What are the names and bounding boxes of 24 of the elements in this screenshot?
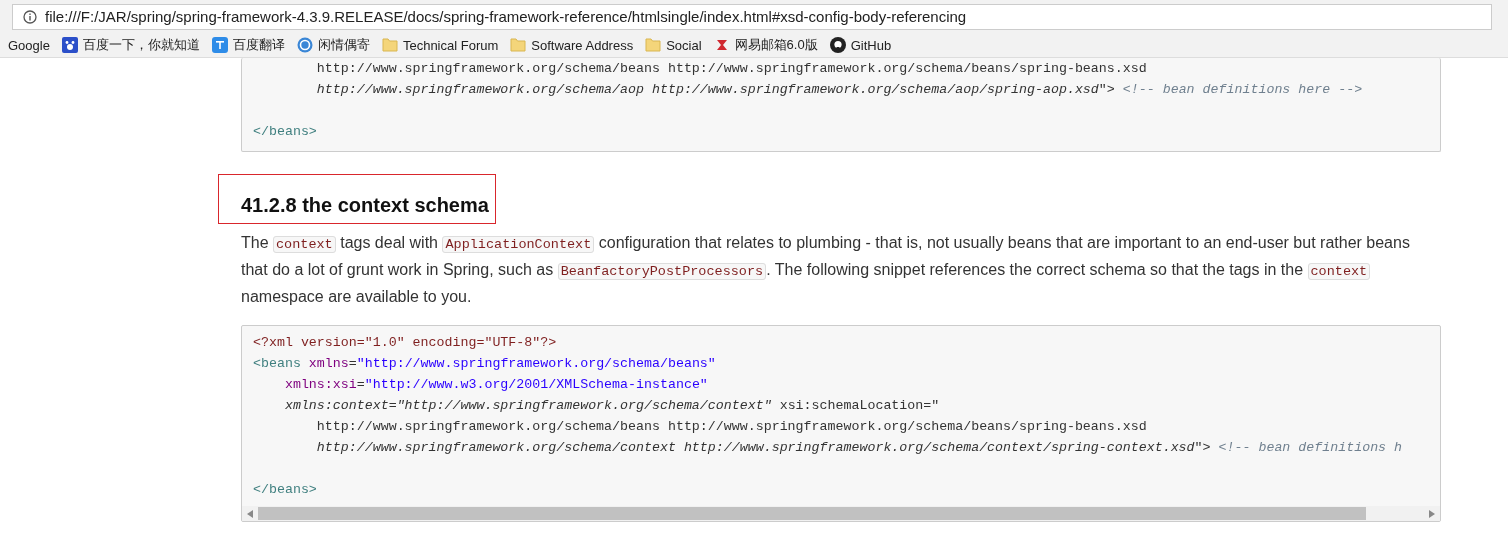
paw-icon xyxy=(61,37,78,53)
scroll-right-icon[interactable] xyxy=(1429,509,1435,518)
code-block: <?xml version="1.0" encoding="UTF-8"?> <beans xmlns="http://www.springframework.org/schema/beans" xmlns:xsi="http://www.w3.org/2001/XMLSchema-instance" xmlns:context="http://www.springframework.org/schema/context" xsi:schemaLocation=" http://www.springframework.org/schema/beans http://www.springframework.org/schema/beans/spring-beans.xsd http://www.springframework.org/schema/context http://www.springframework.org/schema/context/spring-context.xsd"> <!-- bean definitions h </beans> xyxy=(241,325,1441,522)
code-block: http://www.springframework.org/schema/beans http://www.springframework.org/schema/beans/spring-beans.xsd http://www.springframework.org/schema/aop http://www.springframework.org/schema/aop/spring-aop.xsd"> <!-- bean definitions here --> </beans> xyxy=(241,58,1441,152)
bookmark-item[interactable]: GitHub xyxy=(829,37,892,53)
bookmark-item[interactable]: 百度翻译 xyxy=(211,36,285,54)
bookmark-item[interactable]: Software Address xyxy=(510,37,634,53)
translate-icon xyxy=(211,37,228,53)
folder-icon xyxy=(510,38,527,52)
address-bar[interactable]: file:///F:/JAR/spring/spring-framework-4.3.9.RELEASE/docs/spring-framework-reference/htmlsingle/index.html#xsd-config-body-referencing xyxy=(12,3,1492,30)
folder-icon xyxy=(645,38,662,52)
section-heading: 41.2.8 the context schema xyxy=(241,194,489,217)
scrollbar-thumb[interactable] xyxy=(258,507,1366,520)
bookmark-item[interactable]: 百度一下，你就知道 xyxy=(61,36,200,54)
bookmark-item[interactable]: 闲情偶寄 xyxy=(296,36,370,54)
github-icon xyxy=(829,37,846,53)
scroll-left-icon[interactable] xyxy=(247,509,253,518)
folder-icon xyxy=(381,38,398,52)
info-icon[interactable] xyxy=(23,9,37,24)
bookmark-item[interactable]: Technical Forum xyxy=(381,37,499,53)
paragraph: The context tags deal with ApplicationContext configuration that relates to plumbing - that is, not usually beans that are important to an end-user but rather beans that do a lot of grunt work in Spring, such as BeanfactoryPostProcessors . The following snippet references the correct schema so that the tags in the context namespace are available to you. xyxy=(241,233,1411,307)
bookmark-item[interactable]: 网易邮箱6.0版 xyxy=(713,36,818,54)
bookmark-item[interactable]: Google xyxy=(8,37,50,53)
bookmark-item[interactable]: Social xyxy=(645,37,702,53)
